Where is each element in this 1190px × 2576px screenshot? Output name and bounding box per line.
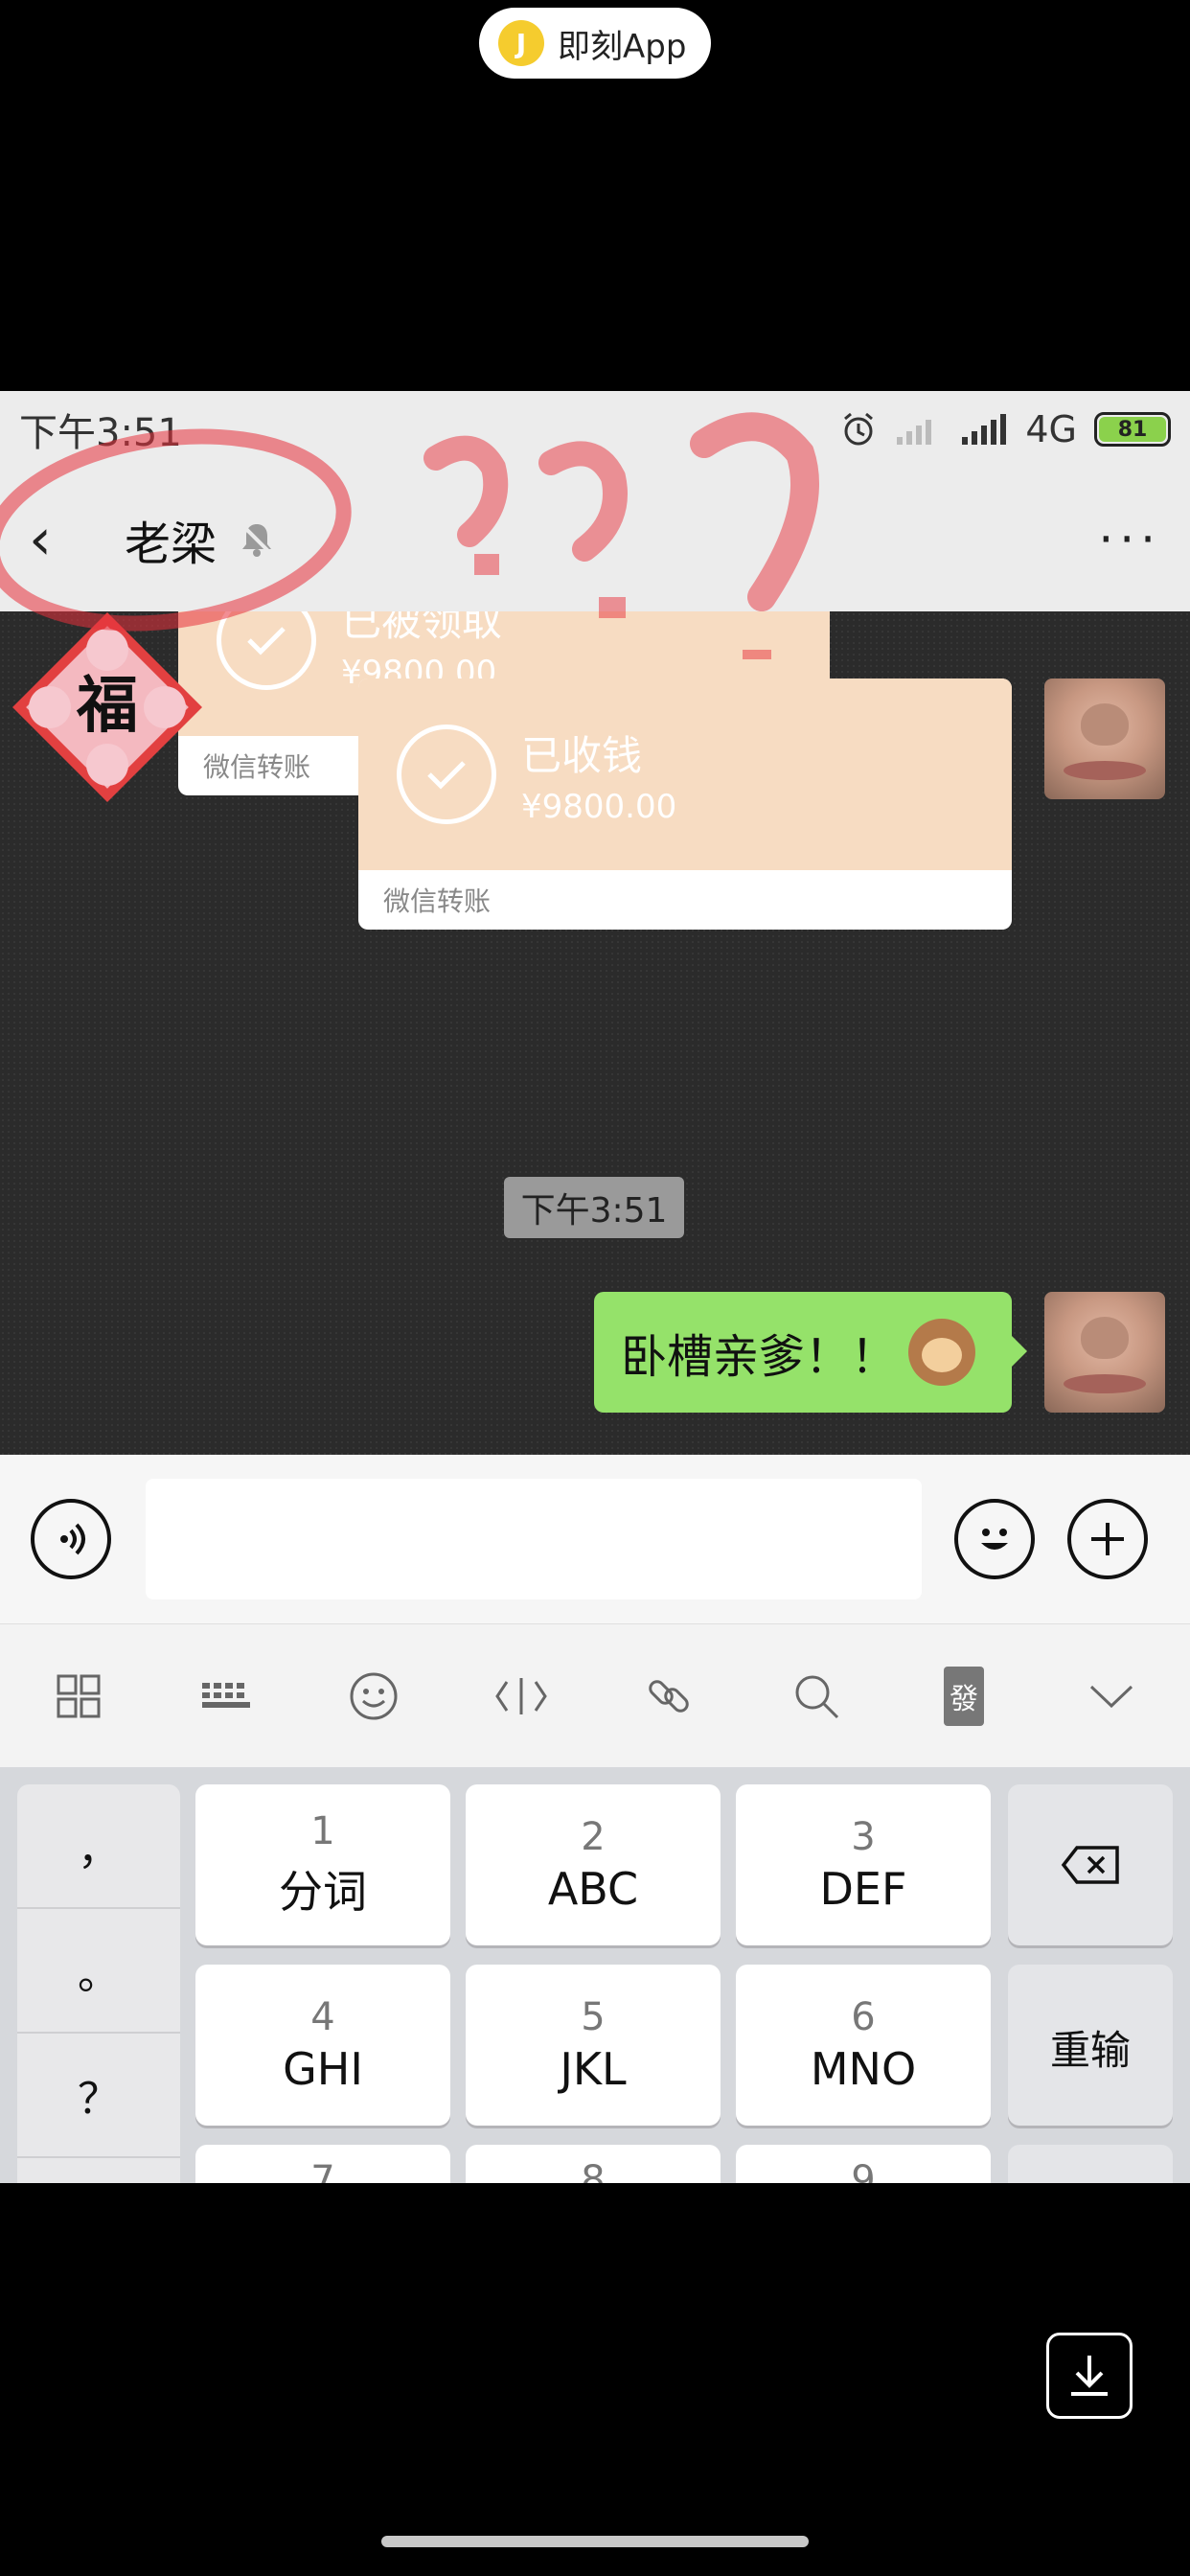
grid-icon (57, 1674, 101, 1717)
alarm-icon (844, 412, 874, 446)
keyboard-extra-key[interactable] (1008, 2145, 1173, 2183)
time-divider: 下午3:51 (504, 1177, 684, 1238)
key-label: 分词 (279, 1866, 367, 1918)
punctuation-column: ， 。 ？ (17, 1784, 180, 2183)
reenter-key[interactable]: 重输 (1008, 1965, 1173, 2126)
message-text: 卧槽亲爹！！ (621, 1330, 898, 1384)
monkey-emoji-icon (908, 1319, 976, 1386)
key-number: 8 (581, 2158, 606, 2183)
key-8[interactable]: 8 (466, 2145, 721, 2183)
emoji-panel-button[interactable] (333, 1656, 414, 1736)
app-badge-label: 即刻App (558, 27, 687, 66)
key-label: 重输 (1049, 2026, 1131, 2074)
key-5[interactable]: 5 JKL (466, 1965, 721, 2126)
mute-bell-icon (240, 522, 274, 557)
smiley-icon (350, 1672, 398, 1719)
key-3[interactable]: 3 DEF (736, 1784, 991, 1945)
svg-text:福: 福 (76, 671, 138, 742)
key-label: DEF (819, 1863, 907, 1915)
more-options-button[interactable]: ··· (1098, 512, 1161, 567)
signal-off-icon (897, 420, 932, 445)
link-icon (649, 1679, 689, 1713)
plus-button[interactable] (1067, 1499, 1148, 1579)
chat-area: 已被领取 ¥9800.00 微信转账 已收钱 ¥9800.00 微信转账 下午3… (0, 611, 1190, 1455)
transfer-status: 已被领取 (341, 611, 503, 645)
keyboard-switch-button[interactable] (186, 1656, 266, 1736)
key-label: ABC (547, 1863, 639, 1915)
key-9[interactable]: 9 (736, 2145, 991, 2183)
smile-icon (981, 1529, 1008, 1550)
jike-logo-icon: J (498, 20, 544, 66)
t9-keyboard: ， 。 ？ 1 分词 2 ABC 3 DEF 4 GHI 5 JKL 6 MNO… (0, 1767, 1190, 2183)
keyboard-icon (202, 1682, 250, 1708)
search-icon (795, 1675, 839, 1718)
download-button[interactable] (1046, 2333, 1133, 2419)
signal-icon (962, 414, 1007, 445)
emoji-button[interactable] (954, 1499, 1035, 1579)
backspace-key[interactable] (1008, 1784, 1173, 1945)
status-bar: 下午3:51 4G 81 (0, 391, 1190, 468)
key-number: 9 (851, 2158, 876, 2183)
avatar[interactable] (1044, 1292, 1165, 1413)
app-badge: J 即刻App (479, 8, 711, 79)
transfer-status: 已收钱 (521, 731, 643, 779)
voice-icon (60, 1523, 85, 1555)
grid-menu-button[interactable] (38, 1656, 119, 1736)
chat-header: ‹ 老梁 ··· (0, 468, 1190, 611)
keyboard-toolbar: 發 (0, 1623, 1190, 1767)
search-button[interactable] (776, 1656, 857, 1736)
network-type: 4G (1025, 408, 1077, 450)
key-label: JKL (560, 2043, 627, 2095)
check-icon (397, 724, 496, 824)
punct-question-key[interactable]: ？ (17, 2034, 180, 2158)
key-number: 4 (310, 1995, 335, 2039)
backspace-icon (1061, 1846, 1119, 1884)
key-number: 1 (310, 1809, 335, 1853)
punct-period-key[interactable]: 。 (17, 1909, 180, 2034)
message-input[interactable] (146, 1479, 922, 1599)
fa-tile-icon: 發 (944, 1666, 984, 1726)
plus-icon (1091, 1523, 1124, 1555)
key-number: 2 (581, 1815, 606, 1859)
key-number: 6 (851, 1995, 876, 2039)
battery-level: 81 (1099, 417, 1166, 442)
key-2[interactable]: 2 ABC (466, 1784, 721, 1945)
key-7[interactable]: 7 (195, 2145, 450, 2183)
key-6[interactable]: 6 MNO (736, 1965, 991, 2126)
chevron-down-icon (1089, 1685, 1133, 1708)
download-icon (1071, 2356, 1108, 2396)
key-label: GHI (283, 2043, 363, 2095)
punct-comma-key[interactable]: ， (17, 1784, 180, 1909)
avatar[interactable] (1044, 678, 1165, 799)
home-indicator[interactable] (381, 2536, 809, 2547)
key-1[interactable]: 1 分词 (195, 1784, 450, 1945)
voice-button[interactable] (31, 1499, 111, 1579)
key-number: 7 (310, 2158, 335, 2183)
check-icon (217, 611, 316, 690)
status-icons: 4G 81 (839, 408, 1171, 450)
cursor-button[interactable] (481, 1656, 561, 1736)
key-label: MNO (810, 2043, 917, 2095)
clipboard-link-button[interactable] (629, 1656, 709, 1736)
message-bubble[interactable]: 卧槽亲爹！！ (594, 1292, 1027, 1413)
battery-icon: 81 (1094, 412, 1171, 447)
fa-tile-button[interactable]: 發 (924, 1656, 1004, 1736)
transfer-label: 微信转账 (383, 886, 492, 917)
key-4[interactable]: 4 GHI (195, 1965, 450, 2126)
text-cursor-icon (495, 1677, 547, 1714)
key-number: 3 (851, 1815, 876, 1859)
transfer-amount: ¥9800.00 (521, 787, 677, 826)
chat-title: 老梁 (125, 518, 217, 571)
phone-screenshot: 下午3:51 4G 81 ‹ 老梁 ··· 已被领取 ¥9800.00 微信转账… (0, 391, 1190, 2183)
key-number: 5 (581, 1995, 606, 2039)
collapse-keyboard-button[interactable] (1071, 1656, 1152, 1736)
fu-sticker-icon: 福 (12, 612, 202, 802)
chat-input-bar (0, 1455, 1190, 1623)
status-time: 下午3:51 (19, 411, 182, 455)
transfer-card-sent[interactable]: 已收钱 ¥9800.00 微信转账 (358, 678, 1012, 930)
back-button[interactable]: ‹ (29, 506, 96, 573)
